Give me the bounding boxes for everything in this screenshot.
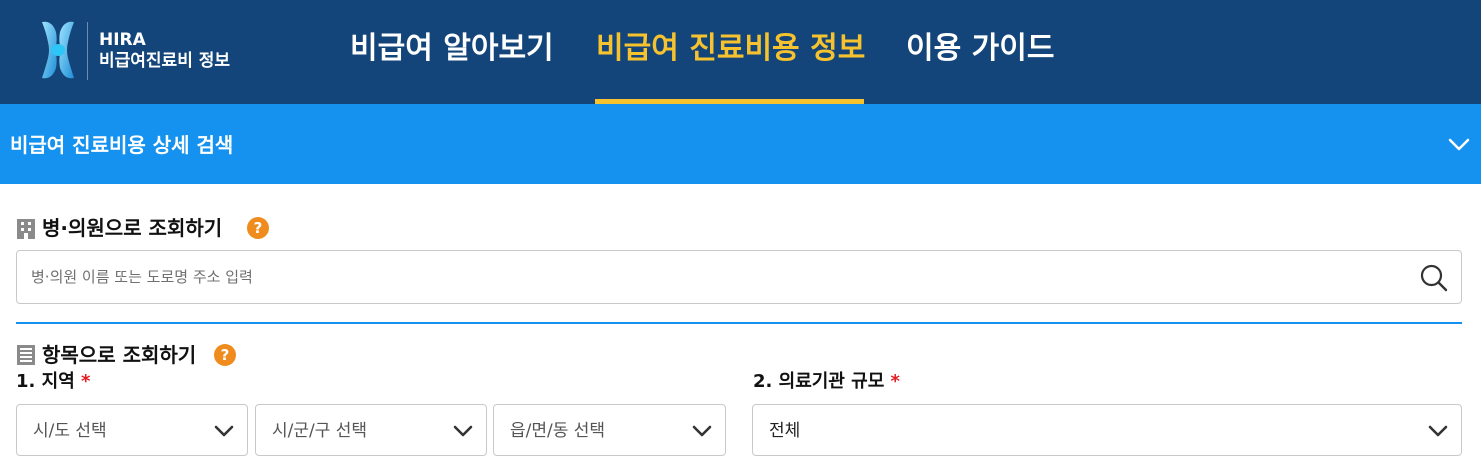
sigungu-select-value: 시/군/구 선택 bbox=[272, 421, 368, 441]
chevron-down-icon bbox=[692, 425, 712, 437]
list-icon bbox=[17, 345, 35, 365]
top-header: HIRA 비급여진료비 정보 비급여 알아보기 비급여 진료비용 정보 이용 가… bbox=[0, 0, 1481, 104]
nav-user-guide[interactable]: 이용 가이드 bbox=[906, 28, 1054, 70]
sido-select[interactable]: 시/도 선택 bbox=[16, 404, 248, 456]
question-icon[interactable]: ? bbox=[247, 217, 269, 239]
sido-select-value: 시/도 선택 bbox=[33, 421, 107, 441]
question-icon[interactable]: ? bbox=[214, 344, 236, 366]
search-icon[interactable] bbox=[1419, 263, 1449, 293]
hospital-search-title: 병·의원으로 조회하기 bbox=[42, 216, 223, 240]
building-icon bbox=[17, 219, 35, 239]
hospital-search-input[interactable] bbox=[31, 263, 1411, 291]
required-mark: * bbox=[890, 371, 900, 392]
section-divider bbox=[16, 322, 1462, 324]
facility-scale-select[interactable]: 전체 bbox=[752, 404, 1462, 456]
hira-logo-icon[interactable] bbox=[38, 18, 78, 82]
chevron-down-icon[interactable] bbox=[1447, 132, 1471, 156]
logo-divider bbox=[87, 22, 88, 80]
brand-name[interactable]: HIRA bbox=[99, 30, 146, 50]
detail-search-title: 비급여 진료비용 상세 검색 bbox=[10, 133, 234, 157]
hospital-search-field bbox=[16, 250, 1462, 304]
chevron-down-icon bbox=[453, 425, 473, 437]
sigungu-select[interactable]: 시/군/구 선택 bbox=[255, 404, 487, 456]
facility-scale-label-text: 2. 의료기관 규모 bbox=[753, 371, 885, 392]
detail-search-toggle-bar[interactable]: 비급여 진료비용 상세 검색 bbox=[0, 104, 1481, 184]
chevron-down-icon bbox=[214, 425, 234, 437]
nav-noncovered-cost-info[interactable]: 비급여 진료비용 정보 bbox=[596, 28, 865, 70]
eupmyeondong-select-value: 읍/면/동 선택 bbox=[510, 421, 606, 441]
required-mark: * bbox=[81, 371, 91, 392]
region-label: 1. 지역 * bbox=[16, 371, 90, 393]
item-search-title: 항목으로 조회하기 bbox=[42, 343, 197, 367]
facility-scale-select-value: 전체 bbox=[769, 421, 801, 441]
brand-subtitle[interactable]: 비급여진료비 정보 bbox=[99, 50, 230, 72]
region-label-text: 1. 지역 bbox=[16, 371, 75, 392]
eupmyeondong-select[interactable]: 읍/면/동 선택 bbox=[493, 404, 726, 456]
chevron-down-icon bbox=[1428, 425, 1448, 437]
nav-noncovered-intro[interactable]: 비급여 알아보기 bbox=[350, 28, 554, 70]
facility-scale-label: 2. 의료기관 규모 * bbox=[753, 371, 900, 393]
